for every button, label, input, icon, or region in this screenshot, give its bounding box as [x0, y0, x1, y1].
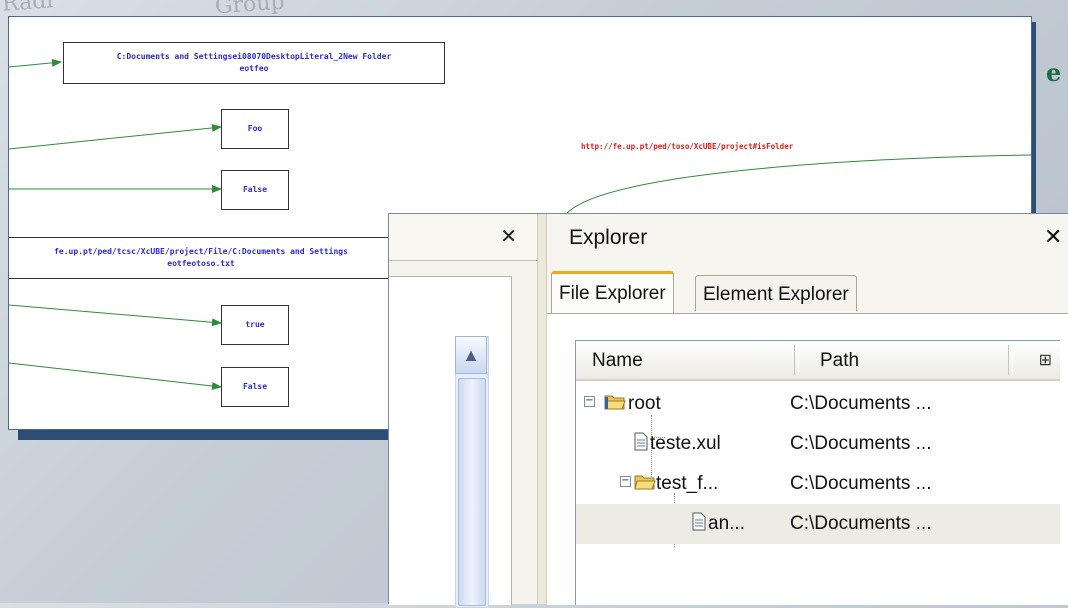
close-icon[interactable]: ✕	[1044, 224, 1062, 250]
open-folder-icon	[604, 395, 626, 410]
tab-bar: File Explorer Element Explorer	[547, 269, 1068, 315]
close-icon[interactable]: ✕	[500, 224, 517, 249]
edge-label: http://fe.up.pt/ped/toso/XcUBE/project#i…	[581, 142, 794, 151]
left-panel: ✕ ▲	[389, 214, 538, 608]
tree-header: Name Path ⊞	[576, 341, 1060, 381]
column-separator[interactable]	[794, 345, 799, 375]
panel-title: Explorer	[569, 226, 648, 249]
file-tree[interactable]: Name Path ⊞ − root C:\Documents ... test…	[575, 340, 1060, 605]
tree-item-path: C:\Documents ...	[790, 473, 932, 494]
edge	[9, 58, 62, 68]
background-fragment: e	[1046, 58, 1062, 87]
edge	[563, 154, 1031, 218]
tree-item-path: C:\Documents ...	[790, 513, 932, 534]
file-icon	[692, 512, 706, 531]
node-sublabel: eotfeotoso.txt	[167, 259, 235, 268]
column-picker-icon[interactable]: ⊞	[1039, 350, 1052, 370]
tree-item-path: C:\Documents ...	[790, 433, 932, 454]
background-text: Radi	[1, 0, 55, 17]
collapse-icon[interactable]: −	[620, 476, 631, 487]
edge	[9, 362, 222, 390]
node-label: C:Documents and Settingsei08070DesktopLi…	[116, 52, 392, 61]
column-header-path[interactable]: Path	[820, 341, 859, 379]
tab-element-explorer[interactable]: Element Explorer	[695, 275, 857, 311]
tree-row[interactable]: teste.xul C:\Documents ...	[576, 424, 1060, 464]
tab-file-explorer[interactable]: File Explorer	[551, 271, 674, 313]
edge	[9, 123, 222, 150]
open-folder-icon	[634, 475, 656, 490]
edge	[9, 304, 222, 327]
tree-row-selected[interactable]: an... C:\Documents ...	[576, 504, 1060, 544]
tree-item-name: root	[628, 393, 661, 414]
tree-row[interactable]: − root C:\Documents ...	[576, 384, 1060, 424]
graph-node-foo[interactable]: Foo	[221, 109, 289, 149]
tree-item-path: C:\Documents ...	[790, 393, 932, 414]
graph-node-file[interactable]: fe.up.pt/ped/tcsc/XcUBE/project/File/C:D…	[9, 237, 399, 279]
node-label: Foo	[247, 124, 263, 133]
collapse-icon[interactable]: −	[584, 396, 595, 407]
graph-node-folder[interactable]: C:Documents and Settingsei08070DesktopLi…	[63, 42, 445, 84]
scroll-up-button[interactable]: ▲	[455, 336, 487, 374]
panel-splitter[interactable]	[537, 214, 547, 604]
column-separator[interactable]	[1008, 345, 1013, 375]
tree-item-name: test_f...	[656, 473, 719, 494]
scrollbar-thumb[interactable]	[458, 378, 486, 606]
node-label: False	[242, 382, 268, 391]
ide-panels: ✕ ▲ Explorer ✕ File Explorer Element Exp…	[388, 213, 1068, 608]
node-label: true	[245, 320, 265, 329]
node-label: fe.up.pt/ped/tcsc/XcUBE/project/File/C:D…	[54, 247, 348, 256]
node-label: False	[242, 185, 268, 194]
tree-item-name: teste.xul	[650, 433, 721, 454]
left-panel-content	[389, 276, 512, 605]
column-header-name[interactable]: Name	[592, 341, 643, 379]
tree-row[interactable]: − test_f... C:\Documents ...	[576, 464, 1060, 504]
graph-node-true[interactable]: true	[221, 305, 289, 345]
file-icon	[634, 432, 648, 451]
node-sublabel: eotfeo	[239, 64, 269, 73]
graph-node-false[interactable]: False	[221, 170, 289, 210]
tree-item-name: an...	[708, 513, 745, 534]
explorer-panel: Explorer ✕ File Explorer Element Explore…	[547, 214, 1068, 605]
graph-node-false-2[interactable]: False	[221, 367, 289, 407]
